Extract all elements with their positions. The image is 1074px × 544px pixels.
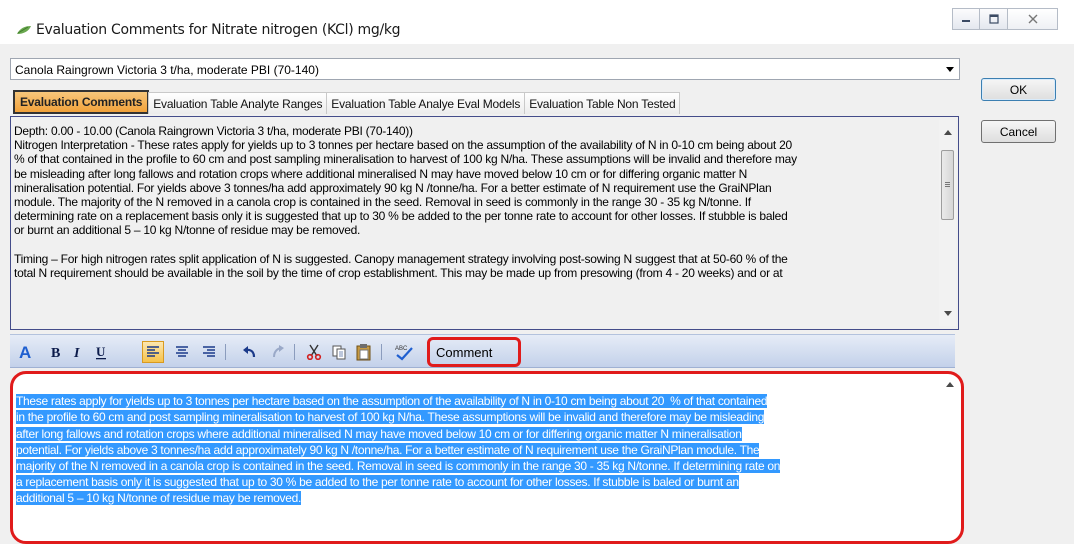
cancel-button[interactable]: Cancel	[981, 120, 1056, 143]
svg-text:U: U	[96, 344, 106, 359]
scroll-up-arrow-icon[interactable]	[946, 382, 954, 387]
comment-line: majority of the N removed in a canola cr…	[16, 459, 781, 474]
spellcheck-icon[interactable]: ABC	[393, 342, 415, 362]
tab-non-tested[interactable]: Evaluation Table Non Tested	[524, 92, 681, 114]
close-button[interactable]	[1008, 8, 1058, 30]
svg-text:ABC: ABC	[395, 346, 408, 352]
spellcheck-glyph: ABC	[395, 346, 413, 361]
font-color-glyph: A	[19, 343, 31, 361]
formatting-toolbar: A B I U ABC Comment	[10, 334, 955, 368]
redo-icon[interactable]	[268, 342, 286, 362]
comment-editor[interactable]: These rates apply for yields up to 3 ton…	[10, 371, 964, 544]
window-title: Evaluation Comments for Nitrate nitrogen…	[36, 22, 401, 38]
undo-glyph	[243, 346, 256, 358]
toolbar-separator	[225, 344, 226, 360]
align-left-icon[interactable]	[142, 341, 164, 363]
crop-select[interactable]: Canola Raingrown Victoria 3 t/ha, modera…	[10, 58, 960, 80]
align-right-glyph	[203, 346, 215, 357]
comment-line: after long fallows and rotation crops wh…	[16, 426, 742, 441]
copy-glyph	[332, 345, 346, 360]
comment-label-text: Comment	[436, 344, 493, 360]
dialog-client-area: Canola Raingrown Victoria 3 t/ha, modera…	[0, 44, 1074, 544]
tab-evaluation-comments[interactable]: Evaluation Comments	[13, 90, 150, 114]
toolbar-separator	[294, 344, 295, 360]
underline-icon[interactable]: U	[93, 342, 109, 362]
bold-icon[interactable]: B	[48, 342, 64, 362]
undo-icon[interactable]	[240, 342, 258, 362]
maximize-button[interactable]	[980, 8, 1008, 30]
scroll-down-arrow-icon[interactable]	[944, 311, 952, 316]
tab-strip: Evaluation Comments Evaluation Table Ana…	[13, 90, 681, 114]
svg-text:A: A	[19, 343, 31, 361]
close-icon	[1028, 14, 1037, 24]
comment-line: additional 5 – 10 kg N/tonne of residue …	[16, 491, 302, 506]
minimize-button[interactable]	[952, 8, 980, 30]
maximize-icon	[988, 14, 999, 24]
italic-glyph: I	[73, 346, 80, 360]
comment-line: in the profile to 60 cm and post samplin…	[16, 410, 765, 425]
redo-glyph	[273, 345, 284, 358]
comment-line: These rates apply for yields up to 3 ton…	[16, 394, 768, 409]
svg-text:B: B	[51, 346, 60, 360]
minimize-icon	[962, 20, 970, 22]
align-center-icon[interactable]	[173, 342, 191, 362]
cut-glyph	[306, 344, 322, 360]
grip-icon	[945, 182, 950, 183]
ok-button[interactable]: OK	[981, 78, 1056, 101]
italic-icon[interactable]: I	[70, 342, 86, 362]
comment-text: These rates apply for yields up to 3 ton…	[16, 377, 924, 507]
window-controls	[952, 8, 1058, 30]
comment-label[interactable]: Comment	[427, 337, 521, 367]
align-center-glyph	[176, 346, 188, 357]
toolbar-separator	[381, 344, 382, 360]
copy-icon[interactable]	[330, 342, 348, 362]
plant-leaf-icon	[17, 26, 31, 34]
svg-text:I: I	[73, 346, 80, 360]
scroll-up-arrow-icon[interactable]	[944, 130, 952, 135]
scrollbar-thumb[interactable]	[941, 150, 954, 220]
cut-icon[interactable]	[305, 342, 323, 362]
paste-icon[interactable]	[355, 342, 373, 362]
comment-line: potential. For yields above 3 tonnes/ha …	[16, 442, 760, 457]
paste-glyph	[356, 344, 371, 361]
crop-select-value: Canola Raingrown Victoria 3 t/ha, modera…	[15, 63, 319, 77]
evaluation-scrollbar[interactable]	[939, 120, 956, 326]
comment-line: a replacement basis only it is suggested…	[16, 475, 739, 490]
tab-analyte-ranges[interactable]: Evaluation Table Analyte Ranges	[148, 92, 328, 114]
align-right-icon[interactable]	[200, 342, 218, 362]
chevron-down-icon[interactable]	[946, 67, 954, 72]
evaluation-text: Depth: 0.00 - 10.00 (Canola Raingrown Vi…	[14, 124, 797, 281]
title-bar: Evaluation Comments for Nitrate nitrogen…	[0, 0, 1074, 44]
underline-glyph: U	[96, 344, 106, 360]
evaluation-text-panel[interactable]: Depth: 0.00 - 10.00 (Canola Raingrown Vi…	[10, 116, 959, 330]
comment-scrollbar[interactable]	[943, 380, 957, 540]
bold-glyph: B	[51, 346, 60, 360]
tab-eval-models[interactable]: Evaluation Table Analye Eval Models	[326, 92, 526, 114]
align-left-glyph	[147, 346, 159, 357]
font-color-icon[interactable]: A	[16, 342, 34, 362]
